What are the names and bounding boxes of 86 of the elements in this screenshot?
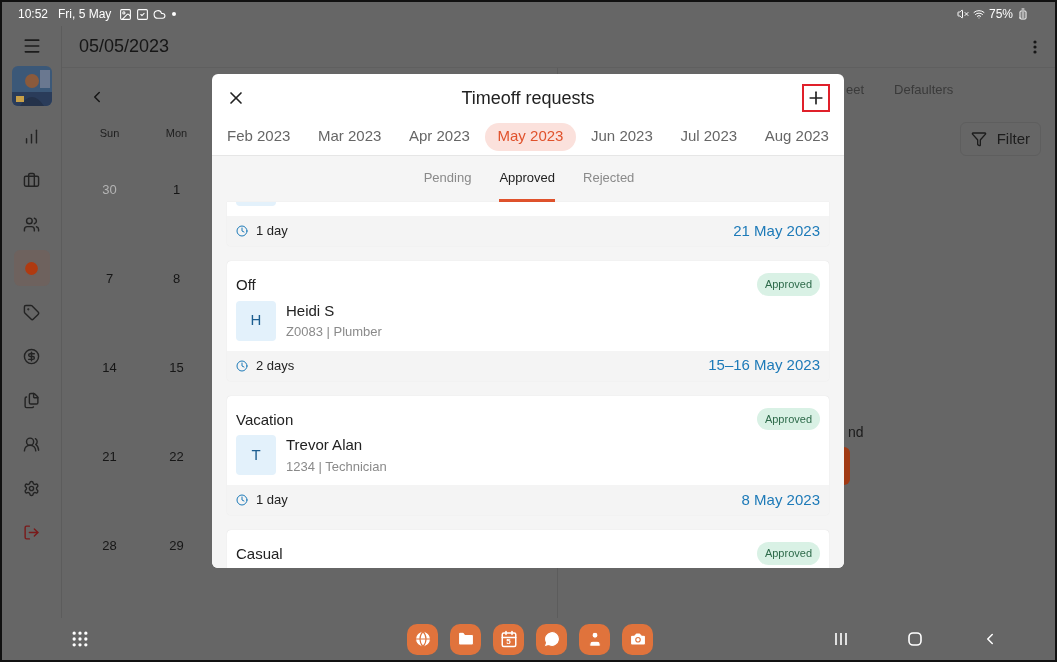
month-tab[interactable]: Mar 2023: [305, 122, 395, 151]
calendar-day[interactable]: 15: [143, 357, 210, 377]
calendar-day[interactable]: 8: [143, 268, 210, 288]
dialog-title: Timeoff requests: [461, 86, 595, 110]
calendar-day[interactable]: 22: [143, 446, 210, 466]
panel-text: nd: [848, 423, 865, 442]
weekday-label: Mon: [164, 126, 189, 141]
more-button[interactable]: [1033, 39, 1037, 54]
settings-icon: [23, 479, 40, 497]
employee-meta: 1234 | Technician: [286, 457, 387, 476]
people-icon: [23, 215, 40, 233]
image-icon: [119, 7, 133, 21]
globe-icon: [413, 630, 432, 648]
duration-text: 2 days: [256, 356, 295, 375]
month-tab[interactable]: Jul 2023: [667, 122, 751, 151]
camera-icon: [628, 630, 647, 648]
calendar-day[interactable]: 1: [143, 179, 210, 199]
status-badge: Approved: [756, 407, 820, 430]
grid-icon: [70, 629, 90, 649]
apps-grid-button[interactable]: [70, 629, 90, 649]
dock-app[interactable]: [622, 623, 653, 655]
request-card[interactable]: 1 day 21 May 2023: [227, 202, 829, 246]
status-time: 10:52: [18, 6, 49, 23]
add-button[interactable]: [802, 84, 830, 112]
month-tab[interactable]: Jun 2023: [578, 122, 666, 151]
leave-type: Off: [236, 275, 256, 295]
dock-app[interactable]: [536, 623, 567, 655]
files-icon: [23, 391, 40, 409]
dock-app[interactable]: [407, 623, 438, 655]
calendar-day[interactable]: 30: [76, 179, 143, 199]
tag-icon: [23, 303, 40, 321]
battery-percent: 75%: [988, 6, 1013, 23]
month-tab[interactable]: Feb 2023: [214, 122, 304, 151]
wifi-icon: [972, 8, 985, 20]
weekday-label: Sun: [98, 126, 121, 141]
home-button[interactable]: [907, 631, 923, 647]
home-icon: [907, 631, 923, 647]
chart-icon: [23, 127, 40, 145]
leave-type: Vacation: [236, 409, 294, 430]
initial-avatar: H: [236, 300, 276, 341]
calendar-day[interactable]: 29: [143, 535, 210, 555]
month-tab[interactable]: May 2023: [484, 122, 577, 151]
logout-icon: [23, 523, 40, 541]
filter-icon: [970, 131, 987, 147]
calendar-day[interactable]: 21: [76, 446, 143, 466]
chat-icon: [542, 630, 561, 648]
mute-icon: [956, 8, 969, 20]
dollar-icon: [23, 347, 40, 365]
recent-apps-button[interactable]: [833, 632, 849, 646]
calendar-day[interactable]: 14: [76, 357, 143, 377]
date-range: 8 May 2023: [741, 489, 820, 510]
request-card[interactable]: Casual Approved: [227, 530, 829, 568]
month-tab[interactable]: Aug 2023: [751, 122, 842, 151]
dock-app[interactable]: 5: [493, 623, 524, 655]
calendar-icon: [499, 630, 518, 648]
status-tab[interactable]: Pending: [423, 156, 472, 202]
employee-meta: Z0083 | Plumber: [286, 323, 382, 341]
dock-app[interactable]: [450, 623, 481, 655]
status-badge: Approved: [756, 273, 820, 296]
status-tab[interactable]: Rejected: [583, 156, 635, 202]
duration-text: 1 day: [256, 222, 288, 241]
cloud-icon: [153, 7, 167, 21]
checkbox-icon: [136, 7, 150, 21]
calendar-day[interactable]: 7: [76, 268, 143, 288]
request-card[interactable]: Vacation Approved T Trevor Alan 1234 | Technician 1 day 8 May 2023: [227, 395, 829, 515]
month-tab[interactable]: Apr 2023: [396, 122, 483, 151]
briefcase-icon: [23, 171, 40, 189]
request-card[interactable]: Off Approved H Heidi S Z0083 | Plumber 2 days 15–16 May 2023: [227, 261, 829, 381]
duration-text: 1 day: [256, 491, 288, 510]
date-range: 21 May 2023: [733, 220, 820, 241]
employee-name: Trevor Alan: [286, 435, 364, 455]
folder-icon: [456, 630, 475, 648]
status-badge: Approved: [756, 542, 820, 565]
dock-app[interactable]: [579, 623, 610, 655]
employee-name: Heidi S: [286, 300, 336, 321]
calendar-day[interactable]: 28: [76, 535, 143, 555]
battery-icon: [1017, 8, 1029, 20]
date-range: 15–16 May 2023: [708, 355, 820, 376]
more-icon: [1033, 39, 1037, 54]
leave-type: Casual: [236, 544, 283, 564]
filter-button[interactable]: Filter: [959, 122, 1041, 156]
recent-apps-icon: [833, 632, 849, 646]
page-title: 05/05/2023: [79, 35, 170, 58]
status-date: Fri, 5 May: [58, 6, 112, 23]
group-icon: [23, 435, 40, 453]
initial-avatar: T: [236, 435, 276, 475]
